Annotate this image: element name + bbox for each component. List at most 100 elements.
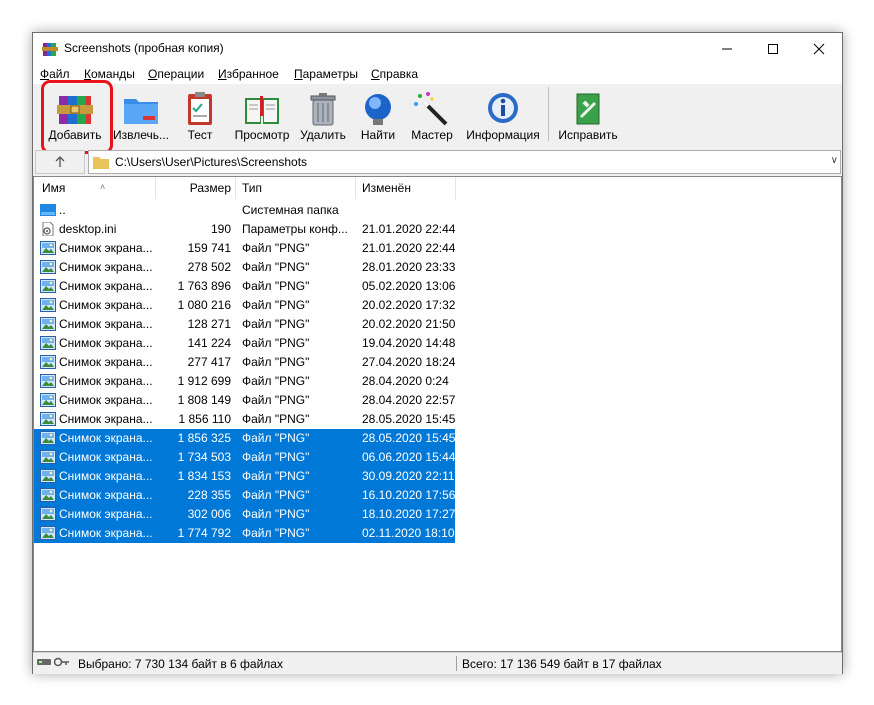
table-row[interactable]: Снимок экрана... 302 006 Файл "PNG" 18.10.2… bbox=[34, 505, 455, 524]
table-row[interactable]: desktop.ini 190 Параметры конф... 21.01.202… bbox=[34, 220, 455, 239]
file-type: Файл "PNG" bbox=[242, 393, 310, 407]
menu-operations[interactable]: Операции bbox=[148, 67, 204, 81]
info-button[interactable]: Информация bbox=[463, 86, 543, 144]
file-type: Файл "PNG" bbox=[242, 469, 310, 483]
file-size: 278 502 bbox=[187, 260, 231, 274]
close-button[interactable] bbox=[796, 33, 842, 64]
image-file-icon bbox=[40, 488, 56, 502]
column-divider[interactable] bbox=[235, 177, 236, 199]
file-size: 302 006 bbox=[187, 507, 231, 521]
column-header-name[interactable]: Имя ˄ bbox=[42, 177, 154, 199]
file-name: Снимок экрана... bbox=[59, 241, 153, 255]
file-modified: 28.04.2020 0:24 bbox=[362, 374, 449, 388]
menu-options[interactable]: Параметры bbox=[294, 67, 358, 81]
delete-button[interactable]: Удалить bbox=[298, 86, 348, 144]
file-modified: 28.01.2020 23:33 bbox=[362, 260, 456, 274]
folder-extract-icon bbox=[124, 99, 158, 124]
parent-folder-icon bbox=[40, 204, 56, 216]
menu-favorites[interactable]: Избранное bbox=[218, 67, 279, 81]
column-header-modified[interactable]: Изменён bbox=[362, 177, 452, 199]
column-divider[interactable] bbox=[155, 177, 156, 199]
sort-ascending-icon: ˄ bbox=[100, 182, 106, 192]
file-name: Снимок экрана... bbox=[59, 431, 153, 445]
column-name-label: Имя bbox=[42, 181, 66, 195]
image-file-icon bbox=[40, 526, 56, 540]
menu-commands[interactable]: Команды bbox=[84, 67, 135, 81]
file-modified: 20.02.2020 17:32 bbox=[362, 298, 456, 312]
find-button[interactable]: Найти bbox=[356, 86, 400, 144]
address-row: C:\Users\User\Pictures\Screenshots ∨ bbox=[33, 148, 842, 174]
table-row[interactable]: Снимок экрана... 1 834 153 Файл "PNG" 30.09… bbox=[34, 467, 455, 486]
file-name: Снимок экрана... bbox=[59, 374, 153, 388]
file-size: 1 734 503 bbox=[177, 450, 231, 464]
file-type: Файл "PNG" bbox=[242, 279, 310, 293]
file-modified: 20.02.2020 21:50 bbox=[362, 317, 456, 331]
file-modified: 27.04.2020 18:24 bbox=[362, 355, 456, 369]
file-modified: 28.05.2020 15:45 bbox=[362, 412, 456, 426]
drive-icon bbox=[37, 659, 51, 665]
table-row[interactable]: Снимок экрана... 141 224 Файл "PNG" 19.04.2… bbox=[34, 334, 455, 353]
image-file-icon bbox=[40, 241, 56, 255]
wizard-button[interactable]: Мастер bbox=[407, 86, 457, 144]
file-size: 1 774 792 bbox=[177, 526, 231, 540]
address-bar[interactable]: C:\Users\User\Pictures\Screenshots ∨ bbox=[88, 150, 841, 174]
file-list[interactable]: Имя ˄ Размер Тип Изменён .. Системная пап… bbox=[33, 176, 842, 652]
repair-icon bbox=[576, 93, 600, 125]
file-type: Файл "PNG" bbox=[242, 336, 310, 350]
view-button[interactable]: Просмотр bbox=[229, 86, 295, 144]
file-name: Снимок экрана... bbox=[59, 469, 153, 483]
test-button[interactable]: Тест bbox=[179, 86, 221, 144]
file-modified: 28.04.2020 22:57 bbox=[362, 393, 456, 407]
image-file-icon bbox=[40, 393, 56, 407]
table-row[interactable]: Снимок экрана... 1 856 110 Файл "PNG" 28.05… bbox=[34, 410, 455, 429]
table-row[interactable]: Снимок экрана... 228 355 Файл "PNG" 16.10.2… bbox=[34, 486, 455, 505]
file-type: Файл "PNG" bbox=[242, 317, 310, 331]
trash-icon bbox=[310, 93, 336, 126]
repair-button[interactable]: Исправить bbox=[555, 86, 621, 144]
table-row[interactable]: .. Системная папка bbox=[34, 201, 455, 220]
extract-button[interactable]: Извлечь... bbox=[113, 86, 169, 144]
file-name: Снимок экрана... bbox=[59, 355, 153, 369]
file-type: Системная папка bbox=[242, 203, 339, 217]
image-file-icon bbox=[40, 298, 56, 312]
table-row[interactable]: Снимок экрана... 277 417 Файл "PNG" 27.04.2… bbox=[34, 353, 455, 372]
magnifier-icon bbox=[365, 94, 391, 125]
column-header-size[interactable]: Размер bbox=[157, 177, 231, 199]
file-modified: 21.01.2020 22:44 bbox=[362, 241, 456, 255]
menu-file[interactable]: Файл bbox=[40, 67, 70, 81]
minimize-button[interactable] bbox=[704, 33, 750, 64]
table-row[interactable]: Снимок экрана... 278 502 Файл "PNG" 28.01.2… bbox=[34, 258, 455, 277]
table-row[interactable]: Снимок экрана... 1 080 216 Файл "PNG" 20.02… bbox=[34, 296, 455, 315]
file-modified: 30.09.2020 22:11 bbox=[362, 469, 455, 483]
file-name: Снимок экрана... bbox=[59, 526, 153, 540]
file-name: Снимок экрана... bbox=[59, 317, 153, 331]
file-type: Файл "PNG" bbox=[242, 298, 310, 312]
status-bar: Выбрано: 7 730 134 байт в 6 файлах Всего… bbox=[33, 652, 842, 674]
file-name: Снимок экрана... bbox=[59, 507, 153, 521]
column-divider[interactable] bbox=[455, 177, 456, 199]
title-bar[interactable]: Screenshots (пробная копия) bbox=[33, 33, 842, 64]
column-divider[interactable] bbox=[355, 177, 356, 199]
file-name: Снимок экрана... bbox=[59, 450, 153, 464]
image-file-icon bbox=[40, 317, 56, 331]
up-folder-button[interactable] bbox=[35, 150, 85, 174]
file-size: 228 355 bbox=[187, 488, 231, 502]
column-header-type[interactable]: Тип bbox=[242, 177, 352, 199]
image-file-icon bbox=[40, 279, 56, 293]
table-row[interactable]: Снимок экрана... 159 741 Файл "PNG" 21.01.2… bbox=[34, 239, 455, 258]
chevron-down-icon[interactable]: ∨ bbox=[831, 155, 838, 166]
table-row[interactable]: Снимок экрана... 1 774 792 Файл "PNG" 02.11… bbox=[34, 524, 455, 543]
table-row[interactable]: Снимок экрана... 128 271 Файл "PNG" 20.02.2… bbox=[34, 315, 455, 334]
table-row[interactable]: Снимок экрана... 1 763 896 Файл "PNG" 05.02… bbox=[34, 277, 455, 296]
table-row[interactable]: Снимок экрана... 1 912 699 Файл "PNG" 28.04… bbox=[34, 372, 455, 391]
table-row[interactable]: Снимок экрана... 1 734 503 Файл "PNG" 06.06… bbox=[34, 448, 455, 467]
image-file-icon bbox=[40, 507, 56, 521]
menu-help[interactable]: Справка bbox=[371, 67, 418, 81]
table-row[interactable]: Снимок экрана... 1 808 149 Файл "PNG" 28.04… bbox=[34, 391, 455, 410]
winrar-app-icon bbox=[42, 43, 58, 56]
menu-bar: Файл Команды Операции Избранное Параметр… bbox=[33, 64, 842, 84]
maximize-button[interactable] bbox=[750, 33, 796, 64]
file-modified: 18.10.2020 17:27 bbox=[362, 507, 456, 521]
table-row[interactable]: Снимок экрана... 1 856 325 Файл "PNG" 28.05… bbox=[34, 429, 455, 448]
file-name: Снимок экрана... bbox=[59, 412, 153, 426]
